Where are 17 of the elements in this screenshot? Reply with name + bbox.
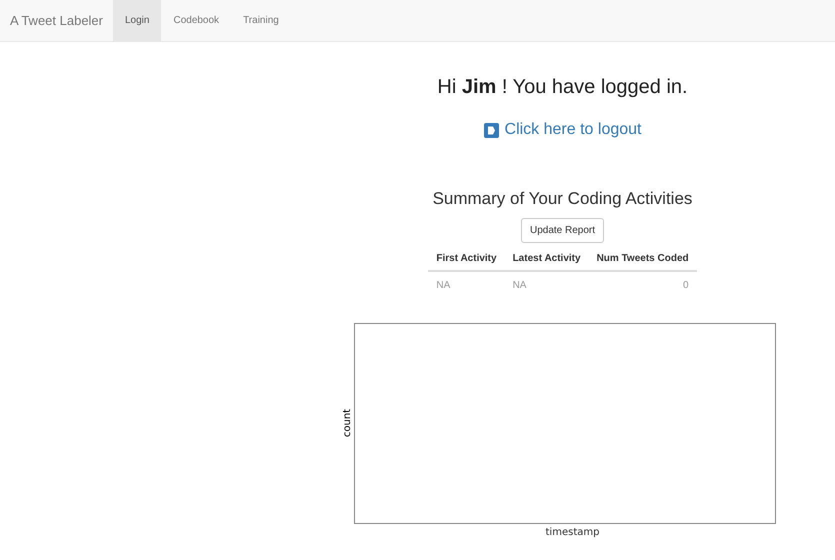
x-axis-label: timestamp — [546, 526, 600, 540]
greeting-text: Hi Jim ! You have logged in. — [437, 75, 688, 100]
nav-tab[interactable]: Training — [231, 0, 291, 41]
y-axis-label: count — [342, 408, 352, 438]
nav-tab[interactable]: Codebook — [161, 0, 232, 41]
column-header: Num Tweets Coded — [588, 246, 697, 270]
nav-tab[interactable]: Login — [113, 0, 162, 41]
column-header: Latest Activity — [504, 246, 589, 270]
table-cell: NA — [504, 270, 589, 298]
logout-icon — [484, 122, 499, 138]
logout-link[interactable]: Click here to logout — [484, 118, 642, 142]
table-cell: NA — [428, 270, 505, 298]
summary-title: Summary of Your Coding Activities — [432, 188, 692, 210]
app-brand[interactable]: A Tweet Labeler — [0, 0, 113, 41]
table-cell: 0 — [588, 270, 697, 298]
update-report-button[interactable]: Update Report — [520, 218, 604, 242]
column-header: First Activity — [428, 246, 505, 270]
